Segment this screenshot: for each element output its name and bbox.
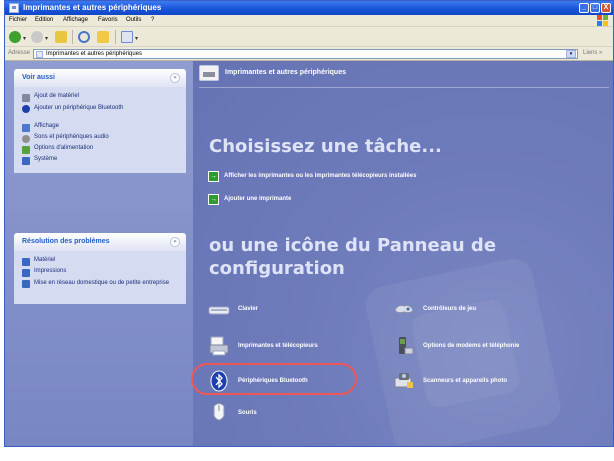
task-label: Ajouter une imprimante [224, 196, 292, 202]
troubleshoot-header[interactable]: Résolution des problèmes « [14, 233, 186, 251]
address-input[interactable]: Imprimantes et autres périphériques [33, 49, 578, 59]
sidebar-item-display[interactable]: Affichage [22, 123, 178, 134]
sound-icon [22, 135, 30, 143]
address-dropdown-button[interactable]: ▾ [566, 50, 576, 58]
category-title: Imprimantes et autres périphériques [225, 69, 346, 76]
scanner-icon [394, 373, 413, 388]
troubleshoot-list: Matériel Impressions Mise en réseau dome… [14, 251, 186, 304]
toolbar: ▾ ▾ ▾ [5, 27, 613, 47]
sidebar-item-label: Mise en réseau domestique ou de petite e… [34, 280, 170, 286]
troubleshoot-title: Résolution des problèmes [22, 238, 110, 245]
back-icon[interactable] [9, 31, 21, 43]
sidebar-item-label: Ajouter un périphérique Bluetooth [34, 105, 124, 111]
close-button[interactable]: X [601, 3, 611, 13]
links-button[interactable]: Liens » [583, 50, 602, 56]
views-icon[interactable] [121, 31, 133, 43]
sidebar-item-networking[interactable]: Mise en réseau domestique ou de petite e… [22, 279, 178, 298]
sidebar-item-label: Options d'alimentation [34, 145, 94, 151]
cp-item-label: Clavier [238, 306, 259, 312]
background-watermark [409, 297, 522, 410]
help-icon [22, 258, 30, 266]
address-label: Adresse [8, 50, 31, 56]
printer-icon [209, 336, 229, 356]
sidebar-item-label: Impressions [34, 268, 67, 274]
header-divider [199, 87, 609, 88]
folders-icon[interactable] [97, 31, 109, 43]
highlight-annotation [191, 363, 357, 395]
cp-heading-line1: ou une icône du Panneau de [209, 235, 497, 256]
explorer-window: Imprimantes et autres périphériques _ □ … [4, 0, 614, 447]
cp-item-label: Imprimantes et télécopieurs [238, 343, 318, 349]
sidebar-item-printing[interactable]: Impressions [22, 268, 178, 279]
menu-fichier[interactable]: Fichier [9, 17, 27, 23]
cp-item-label: Souris [238, 410, 257, 416]
menu-outils[interactable]: Outils [126, 17, 141, 23]
see-also-panel: Voir aussi « Ajout de matériel Ajouter u… [14, 69, 186, 173]
troubleshoot-panel: Résolution des problèmes « Matériel Impr… [14, 233, 186, 304]
display-icon [22, 124, 30, 132]
see-also-title: Voir aussi [22, 74, 55, 81]
window-controls: _ □ X [579, 3, 611, 13]
collapse-icon[interactable]: « [170, 237, 180, 247]
task-pane: Voir aussi « Ajout de matériel Ajouter u… [5, 61, 193, 446]
sidebar-item-system[interactable]: Système [22, 156, 178, 167]
minimize-button[interactable]: _ [579, 3, 589, 13]
task-heading: Choisissez une tâche... [209, 136, 442, 157]
menu-help[interactable]: ? [151, 17, 154, 23]
search-icon[interactable] [78, 31, 90, 43]
sidebar-item-label: Affichage [34, 123, 59, 129]
window-title: Imprimantes et autres périphériques [23, 3, 162, 12]
title-bar[interactable]: Imprimantes et autres périphériques _ □ … [5, 1, 613, 15]
task-arrow-icon: → [208, 194, 219, 205]
address-value: Imprimantes et autres périphériques [46, 51, 143, 57]
hardware-icon [22, 94, 30, 102]
maximize-button[interactable]: □ [590, 3, 600, 13]
cp-heading-line2: configuration [209, 258, 345, 279]
phone-icon [399, 337, 414, 355]
keyboard-icon [208, 306, 230, 315]
menu-favoris[interactable]: Favoris [98, 17, 118, 23]
sidebar-item-hardware[interactable]: Matériel [22, 257, 178, 268]
menu-bar: Fichier Edition Affichage Favoris Outils… [5, 15, 613, 27]
windows-logo-icon [597, 15, 609, 27]
help-icon [22, 280, 30, 288]
system-icon [22, 157, 30, 165]
sidebar-item-add-bluetooth[interactable]: Ajouter un périphérique Bluetooth [22, 104, 178, 123]
cp-item-label: Contrôleurs de jeu [423, 306, 477, 312]
task-arrow-icon: → [208, 171, 219, 182]
toolbar-separator [72, 30, 73, 44]
collapse-icon[interactable]: « [170, 73, 180, 83]
back-dropdown-icon[interactable]: ▾ [23, 35, 26, 42]
address-bar: Adresse Imprimantes et autres périphériq… [5, 47, 613, 61]
cp-item-label: Scanneurs et appareils photo [423, 378, 508, 384]
cp-item-label: Options de modems et téléphonie [423, 343, 520, 349]
bottom-margin [0, 447, 614, 461]
forward-icon[interactable] [31, 31, 43, 43]
toolbar-separator [115, 30, 116, 44]
sidebar-item-label: Sons et périphériques audio [34, 134, 109, 140]
sidebar-item-label: Matériel [34, 257, 56, 263]
printer-category-icon [199, 65, 219, 81]
see-also-header[interactable]: Voir aussi « [14, 69, 186, 87]
printers-folder-icon [9, 3, 19, 13]
game-controller-icon [394, 305, 414, 314]
help-icon [22, 269, 30, 277]
bluetooth-icon [22, 105, 30, 113]
content-area: Voir aussi « Ajout de matériel Ajouter u… [5, 61, 613, 446]
sidebar-item-sounds[interactable]: Sons et périphériques audio [22, 134, 178, 145]
up-folder-icon[interactable] [55, 31, 67, 43]
sidebar-item-power[interactable]: Options d'alimentation [22, 145, 178, 156]
menu-edition[interactable]: Edition [35, 17, 53, 23]
sidebar-item-add-hardware[interactable]: Ajout de matériel [22, 93, 178, 104]
printers-folder-icon [36, 51, 43, 58]
power-icon [22, 146, 30, 154]
sidebar-item-label: Ajout de matériel [34, 93, 80, 99]
task-label: Afficher les imprimantes ou les impriman… [224, 173, 417, 179]
see-also-list: Ajout de matériel Ajouter un périphériqu… [14, 87, 186, 173]
views-dropdown-icon[interactable]: ▾ [135, 35, 138, 42]
menu-affichage[interactable]: Affichage [63, 17, 88, 23]
forward-dropdown-icon[interactable]: ▾ [45, 35, 48, 42]
mouse-icon [213, 403, 225, 421]
sidebar-item-label: Système [34, 156, 58, 162]
